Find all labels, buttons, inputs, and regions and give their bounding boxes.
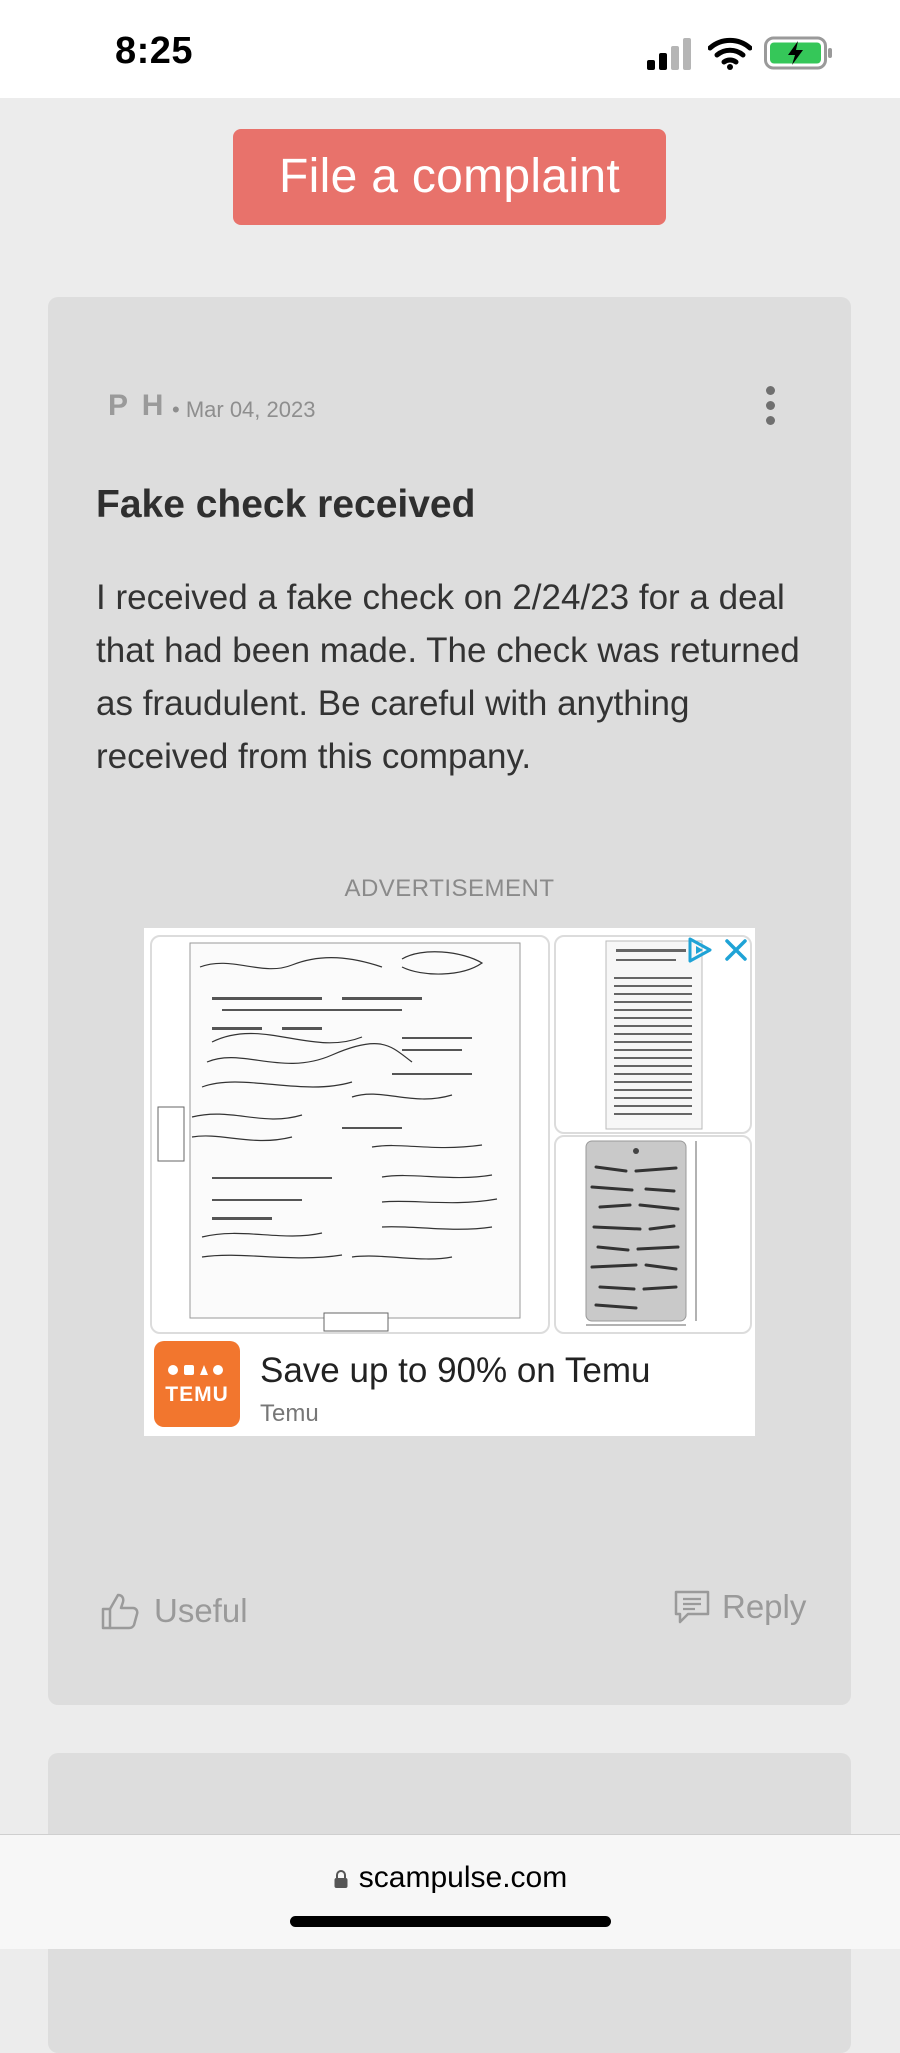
ad-brand: Temu <box>260 1400 319 1427</box>
review-date: • Mar 04, 2023 <box>172 397 316 422</box>
ad-product-image-main[interactable] <box>150 935 550 1334</box>
address-display[interactable]: scampulse.com <box>0 1861 900 1895</box>
lock-icon <box>334 1870 348 1888</box>
review-title: Fake check received <box>96 483 476 526</box>
advertisement-banner[interactable]: TEMU Save up to 90% on Temu Temu <box>144 928 755 1436</box>
temu-logo-icons <box>168 1365 223 1375</box>
review-author[interactable]: P H <box>108 389 166 423</box>
status-bar: 8:25 <box>0 0 900 98</box>
browser-address-bar[interactable]: scampulse.com <box>0 1834 900 1949</box>
file-complaint-button[interactable]: File a complaint <box>233 129 666 225</box>
review-card: P H • Mar 04, 2023 Fake check received I… <box>48 297 851 1705</box>
useful-button[interactable]: Useful <box>100 1589 248 1633</box>
ad-headline[interactable]: Save up to 90% on Temu <box>260 1351 650 1391</box>
advertisement-label: ADVERTISEMENT <box>344 875 555 902</box>
reply-label: Reply <box>722 1588 807 1625</box>
thumbs-up-icon <box>101 1593 139 1630</box>
useful-label: Useful <box>154 1592 248 1629</box>
ad-product-image-bottom[interactable] <box>554 1135 752 1334</box>
adchoices-icon[interactable] <box>684 935 714 965</box>
review-body: I received a fake check on 2/24/23 for a… <box>96 578 800 776</box>
more-options-icon[interactable] <box>763 386 777 430</box>
battery-charging-icon <box>764 36 832 70</box>
status-time: 8:25 <box>115 30 194 72</box>
close-ad-icon[interactable] <box>721 935 751 965</box>
home-indicator[interactable] <box>290 1916 611 1927</box>
url-text: scampulse.com <box>358 1861 568 1894</box>
temu-logo[interactable]: TEMU <box>154 1341 240 1427</box>
temu-logo-text: TEMU <box>165 1383 229 1406</box>
reply-button[interactable]: Reply <box>674 1585 806 1629</box>
wifi-icon <box>708 37 752 70</box>
cellular-signal-icon <box>647 38 691 70</box>
reply-comment-icon <box>674 1590 710 1624</box>
